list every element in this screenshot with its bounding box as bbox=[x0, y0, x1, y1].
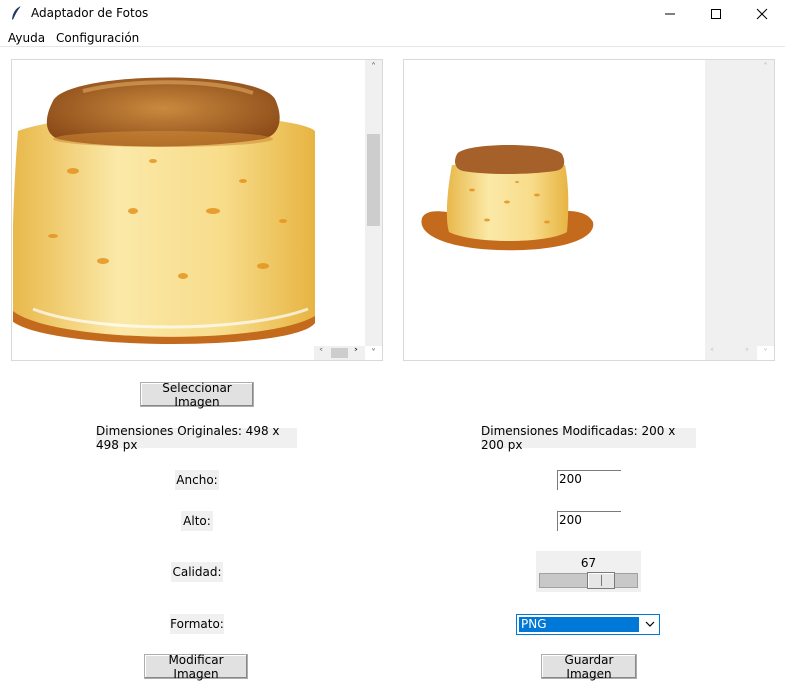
scroll-right-icon[interactable]: ˃ bbox=[742, 346, 752, 360]
quality-slider-handle[interactable] bbox=[586, 572, 615, 589]
menu-configuracion[interactable]: Configuración bbox=[56, 31, 139, 45]
scroll-up-icon[interactable]: ˄ bbox=[365, 60, 382, 74]
chevron-down-icon[interactable] bbox=[643, 618, 657, 631]
scroll-right-icon[interactable]: ˃ bbox=[351, 346, 361, 360]
modified-image-canvas[interactable]: ˄ ˂ ˃ ˅ bbox=[403, 59, 775, 361]
scroll-up-icon[interactable]: ˄ bbox=[757, 60, 774, 74]
scroll-down-icon[interactable]: ˅ bbox=[757, 346, 774, 360]
menu-ayuda[interactable]: Ayuda bbox=[8, 31, 45, 45]
minimize-button[interactable] bbox=[647, 0, 693, 27]
width-label: Ancho: bbox=[175, 470, 219, 490]
window-title: Adaptador de Fotos bbox=[31, 6, 149, 20]
format-dropdown[interactable]: PNG bbox=[516, 614, 660, 635]
minimize-icon bbox=[665, 13, 675, 14]
modified-dimensions-label: Dimensiones Modificadas: 200 x 200 px bbox=[481, 424, 696, 452]
original-dimensions-label: Dimensiones Originales: 498 x 498 px bbox=[96, 424, 297, 452]
quality-label: Calidad: bbox=[171, 562, 223, 582]
close-button[interactable] bbox=[739, 0, 785, 27]
modified-vertical-scrollbar[interactable]: ˄ bbox=[757, 60, 774, 346]
original-flan-image bbox=[13, 77, 315, 344]
original-image-canvas[interactable]: ˄ ˂ ˃ ˅ bbox=[11, 59, 383, 361]
title-bar: Adaptador de Fotos bbox=[0, 0, 785, 27]
scroll-down-icon[interactable]: ˅ bbox=[365, 346, 382, 360]
close-icon bbox=[756, 8, 768, 19]
original-vertical-scrollbar[interactable]: ˄ bbox=[365, 60, 382, 346]
maximize-button[interactable] bbox=[693, 0, 739, 27]
height-label: Alto: bbox=[181, 511, 213, 531]
height-input[interactable]: 200 bbox=[557, 511, 621, 531]
scroll-left-icon[interactable]: ˂ bbox=[316, 346, 326, 360]
save-image-button[interactable]: Guardar Imagen bbox=[541, 653, 637, 681]
modified-horizontal-scrollbar[interactable]: ˂ ˃ bbox=[705, 346, 757, 360]
width-input[interactable]: 200 bbox=[557, 470, 621, 490]
quality-slider[interactable]: 67 bbox=[536, 551, 641, 592]
menu-bar: Ayuda Configuración bbox=[0, 28, 785, 47]
modified-canvas-margin bbox=[705, 60, 757, 346]
scroll-left-icon[interactable]: ˂ bbox=[707, 346, 717, 360]
vertical-scroll-thumb[interactable] bbox=[367, 134, 380, 226]
modify-image-button[interactable]: Modificar Imagen bbox=[144, 653, 248, 681]
format-label: Formato: bbox=[170, 614, 224, 634]
maximize-icon bbox=[711, 8, 721, 19]
format-selected-value: PNG bbox=[519, 617, 639, 632]
quality-value: 67 bbox=[580, 556, 597, 570]
horizontal-scroll-thumb[interactable] bbox=[331, 348, 348, 358]
feather-icon bbox=[12, 5, 22, 21]
select-image-button[interactable]: Seleccionar Imagen bbox=[140, 381, 254, 409]
original-horizontal-scrollbar[interactable]: ˂ ˃ bbox=[314, 346, 365, 360]
modified-flan-image bbox=[421, 145, 594, 251]
